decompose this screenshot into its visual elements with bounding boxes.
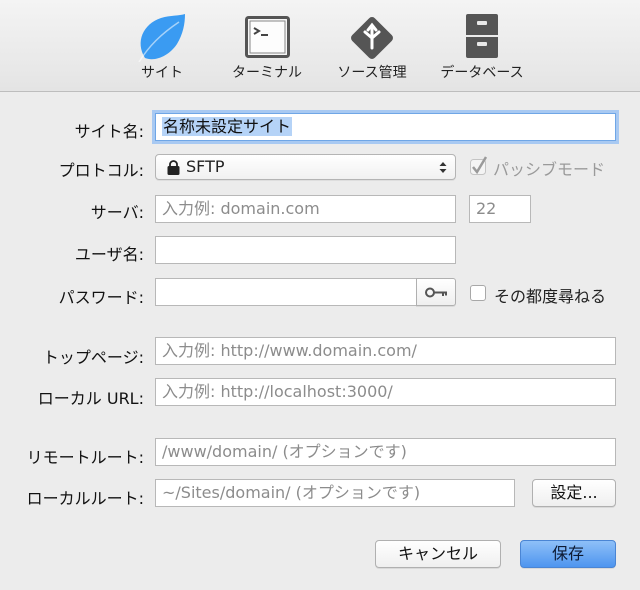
protocol-select[interactable]: SFTP (155, 154, 456, 180)
passive-mode-check-icon[interactable] (470, 156, 488, 176)
toolbar-item-terminal[interactable]: ターミナル (222, 8, 312, 86)
toolbar-label: ソース管理 (337, 65, 407, 81)
top-page-placeholder: 入力例: http://www.domain.com/ (162, 341, 417, 360)
top-page-field[interactable]: 入力例: http://www.domain.com/ (155, 337, 616, 365)
site-name-value: 名称未設定サイト (162, 117, 293, 136)
server-field[interactable]: 入力例: domain.com (155, 195, 456, 223)
toolbar-item-database[interactable]: データベース (432, 8, 532, 86)
protocol-value: SFTP (186, 157, 225, 176)
cancel-button[interactable]: キャンセル (375, 540, 501, 568)
local-url-placeholder: 入力例: http://localhost:3000/ (162, 382, 393, 401)
server-label: サーバ: (90, 203, 144, 222)
keychain-button[interactable] (416, 278, 456, 306)
local-root-label: ローカルルート: (26, 489, 144, 508)
updown-chevron-icon (439, 162, 447, 173)
toolbar-label: データベース (440, 65, 524, 81)
local-root-placeholder: ~/Sites/domain/ (オプションです) (162, 483, 421, 502)
toolbar-label: サイト (141, 65, 183, 81)
password-field[interactable] (155, 278, 417, 306)
username-field[interactable] (155, 236, 456, 264)
local-root-settings-button[interactable]: 設定... (532, 479, 616, 507)
password-label: パスワード: (58, 288, 144, 307)
toolbar-label: ターミナル (232, 65, 302, 81)
ask-each-time-checkbox[interactable] (470, 285, 486, 301)
port-field[interactable]: 22 (469, 195, 531, 223)
toolbar: サイト ターミナル ソース管理 データベース (0, 0, 640, 92)
remote-root-placeholder: /www/domain/ (オプションです) (162, 442, 407, 461)
toolbar-item-site[interactable]: サイト (129, 8, 195, 86)
save-button[interactable]: 保存 (520, 540, 616, 568)
local-root-field[interactable]: ~/Sites/domain/ (オプションです) (155, 479, 515, 507)
local-url-label: ローカル URL: (37, 389, 144, 408)
username-label: ユーザ名: (74, 245, 144, 264)
lock-icon (167, 160, 180, 175)
passive-mode-label: パッシブモード (493, 160, 606, 179)
leaf-icon (138, 14, 185, 62)
site-name-field[interactable]: 名称未設定サイト (155, 113, 616, 141)
remote-root-field[interactable]: /www/domain/ (オプションです) (155, 438, 616, 466)
terminal-icon (245, 16, 290, 58)
source-control-icon (351, 17, 393, 59)
remote-root-label: リモートルート: (26, 448, 144, 467)
site-name-label: サイト名: (74, 122, 144, 141)
ask-each-time-label: その都度尋ねる (494, 287, 607, 306)
local-url-field[interactable]: 入力例: http://localhost:3000/ (155, 378, 616, 406)
protocol-label: プロトコル: (58, 161, 144, 180)
key-icon (425, 287, 447, 298)
toolbar-item-source-control[interactable]: ソース管理 (327, 8, 417, 86)
port-value: 22 (476, 199, 497, 218)
database-icon (466, 14, 498, 58)
server-placeholder: 入力例: domain.com (162, 199, 320, 218)
top-page-label: トップページ: (42, 348, 144, 367)
